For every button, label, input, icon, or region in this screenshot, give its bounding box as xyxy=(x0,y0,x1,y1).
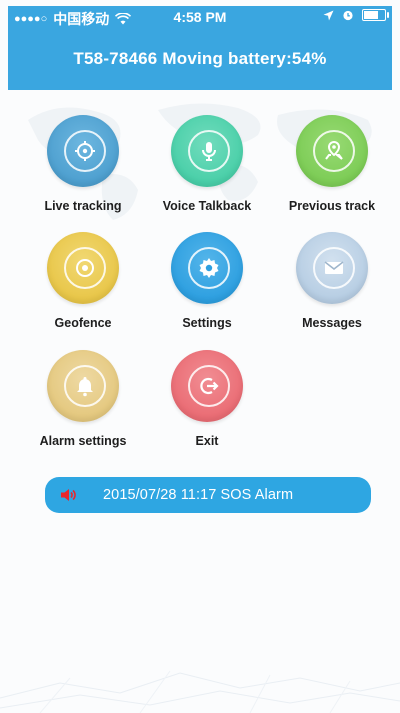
alarm-settings-circle xyxy=(47,350,119,422)
device-status-title: T58-78466 Moving battery:54% xyxy=(73,49,327,68)
previous-track-button[interactable]: Previous track xyxy=(272,115,392,213)
exit-icon xyxy=(200,377,219,395)
previous-track-label: Previous track xyxy=(288,199,376,213)
alarm-settings-label: Alarm settings xyxy=(39,434,127,448)
alarm-settings-icon-ring xyxy=(64,365,106,407)
live-tracking-icon-ring xyxy=(64,130,106,172)
live-tracking-button[interactable]: Live tracking xyxy=(23,115,143,213)
alarm-settings-button[interactable]: Alarm settings xyxy=(23,350,143,448)
gear-icon xyxy=(199,258,219,278)
previous-track-icon-ring xyxy=(313,130,355,172)
previous-track-circle xyxy=(296,115,368,187)
exit-label: Exit xyxy=(195,434,219,448)
voice-talkback-circle xyxy=(171,115,243,187)
settings-label: Settings xyxy=(182,316,232,330)
bottom-decoration xyxy=(0,670,400,713)
microphone-icon xyxy=(202,142,216,161)
geofence-button[interactable]: Geofence xyxy=(23,232,143,330)
status-bar-right xyxy=(323,9,389,21)
voice-talkback-label: Voice Talkback xyxy=(162,199,252,213)
live-tracking-label: Live tracking xyxy=(44,199,122,213)
map-pin-icon xyxy=(325,140,343,160)
geofence-icon-ring xyxy=(64,247,106,289)
voice-talkback-button[interactable]: Voice Talkback xyxy=(147,115,267,213)
geofence-label: Geofence xyxy=(54,316,112,330)
status-bar: ●●●●○ 中国移动 4:58 PM xyxy=(8,6,392,28)
target-icon xyxy=(76,259,94,277)
device-status-header: T58-78466 Moving battery:54% xyxy=(8,28,392,90)
envelope-icon xyxy=(324,261,344,274)
exit-circle xyxy=(171,350,243,422)
bell-icon xyxy=(77,377,93,397)
settings-button[interactable]: Settings xyxy=(147,232,267,330)
location-arrow-icon xyxy=(323,10,334,20)
exit-button[interactable]: Exit xyxy=(147,350,267,448)
settings-circle xyxy=(171,232,243,304)
messages-circle xyxy=(296,232,368,304)
live-tracking-circle xyxy=(47,115,119,187)
messages-button[interactable]: Messages xyxy=(272,232,392,330)
messages-label: Messages xyxy=(302,316,362,330)
app-screen: ●●●●○ 中国移动 4:58 PM T58-78466 Moving batt… xyxy=(0,0,400,713)
sos-alarm-text: 2015/07/28 11:17 SOS Alarm xyxy=(103,487,294,503)
voice-talkback-icon-ring xyxy=(188,130,230,172)
crosshair-icon xyxy=(75,141,95,161)
geofence-circle xyxy=(47,232,119,304)
settings-icon-ring xyxy=(188,247,230,289)
battery-icon xyxy=(362,9,389,21)
exit-icon-ring xyxy=(188,365,230,407)
messages-icon-ring xyxy=(313,247,355,289)
sos-alarm-banner[interactable]: 2015/07/28 11:17 SOS Alarm xyxy=(45,477,371,513)
speaker-icon xyxy=(61,489,76,501)
alarm-clock-icon xyxy=(343,10,353,21)
